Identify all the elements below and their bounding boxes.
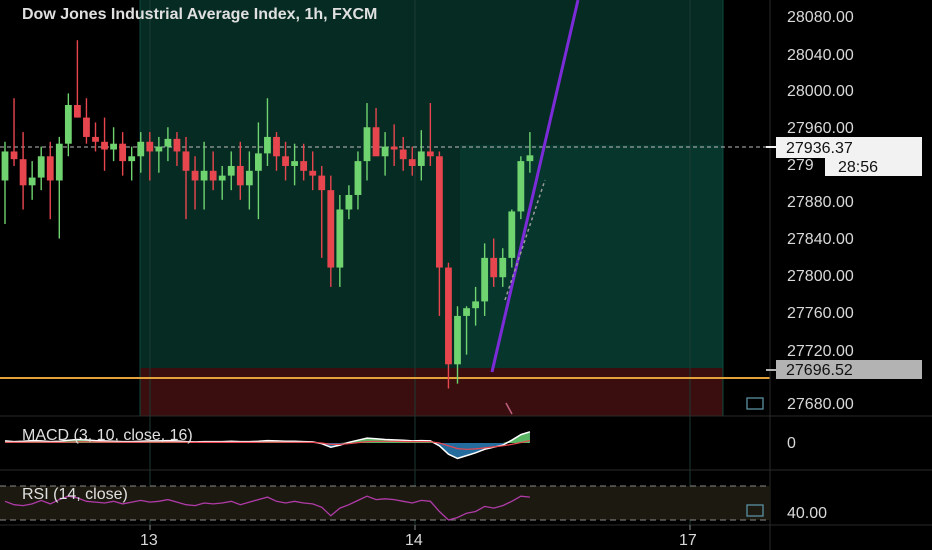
candle-body: [101, 141, 108, 150]
candle-body: [327, 190, 335, 268]
rsi-axis-tick: 40.00: [787, 505, 827, 522]
candle-body: [137, 141, 145, 157]
price-tick: 28000.00: [787, 83, 854, 100]
candle-body: [526, 155, 534, 162]
candle-body: [164, 138, 172, 147]
price-tick: 27960.00: [787, 120, 854, 137]
candle-body: [83, 117, 90, 137]
candle-body: [236, 165, 244, 186]
candle-body: [245, 170, 253, 186]
candle-body: [110, 143, 117, 150]
countdown-label: 28:56: [838, 159, 878, 176]
support-price-label: 27696.52: [786, 362, 853, 379]
candle-body: [508, 211, 516, 258]
candle-body: [37, 156, 45, 178]
candle-body: [300, 161, 308, 171]
candle-body: [218, 175, 226, 181]
candle-body: [28, 177, 36, 186]
candle-body: [55, 143, 63, 181]
candle-body: [74, 105, 81, 118]
candle-body: [517, 161, 525, 212]
candle-body: [417, 151, 425, 166]
time-tick-label: 17: [679, 532, 697, 549]
candle-body: [191, 170, 199, 181]
candle-body: [436, 156, 443, 268]
price-chart[interactable]: Dow Jones Industrial Average Index, 1h, …: [0, 0, 932, 550]
candle-body: [1, 151, 9, 181]
candle-body: [46, 156, 54, 181]
candle-body: [291, 161, 298, 166]
price-tick: 28040.00: [787, 47, 854, 64]
rsi-label[interactable]: RSI (14, close): [22, 486, 128, 503]
candle-body: [227, 165, 235, 176]
candle-body: [472, 301, 479, 309]
candle-body: [336, 209, 344, 268]
price-tick: 27720.00: [787, 343, 854, 360]
candle-body: [273, 136, 280, 157]
macd-label[interactable]: MACD (3, 10, close, 16): [22, 427, 193, 444]
price-tick: 28080.00: [787, 9, 854, 26]
candle-body: [309, 170, 317, 176]
candle-body: [146, 141, 154, 152]
candle-body: [64, 105, 72, 144]
candle-body: [490, 257, 498, 278]
candle-body: [173, 138, 181, 152]
price-tick: 27840.00: [787, 231, 854, 248]
candle-body: [354, 161, 362, 195]
candle-body: [200, 170, 208, 181]
chart-title: Dow Jones Industrial Average Index, 1h, …: [22, 6, 377, 23]
candle-body: [155, 146, 163, 152]
candle-body: [408, 159, 416, 166]
stop-loss-zone: [140, 368, 723, 416]
candle-body: [92, 136, 99, 142]
candle-body: [255, 153, 262, 171]
candle-body: [381, 146, 389, 157]
candle-body: [209, 170, 217, 181]
candle-body: [282, 156, 289, 166]
time-tick-label: 14: [405, 532, 423, 549]
candle-body: [499, 257, 507, 278]
candle-body: [128, 156, 136, 162]
candle-body: [19, 159, 27, 186]
candle-body: [345, 194, 353, 210]
candle-body: [399, 149, 407, 160]
price-tick: 27880.00: [787, 194, 854, 211]
macd-axis-tick: 0: [787, 435, 796, 452]
candle-body: [318, 175, 326, 191]
candle-body: [426, 151, 434, 157]
price-tick: 279: [787, 157, 814, 174]
candle-body: [390, 146, 398, 150]
candle-body: [119, 143, 127, 162]
candle-body: [363, 127, 371, 162]
current-price-label: 27936.37: [786, 140, 853, 157]
candle-body: [481, 257, 489, 302]
candle-body: [10, 151, 18, 160]
price-tick: 27800.00: [787, 268, 854, 285]
price-tick: 27760.00: [787, 305, 854, 322]
candle-body: [454, 315, 461, 365]
time-tick-label: 13: [140, 532, 158, 549]
candle-body: [264, 136, 271, 154]
candle-body: [182, 151, 190, 171]
candle-body: [463, 308, 470, 316]
candle-body: [445, 267, 452, 365]
candle-body: [372, 127, 380, 157]
price-tick: 27680.00: [787, 396, 854, 413]
